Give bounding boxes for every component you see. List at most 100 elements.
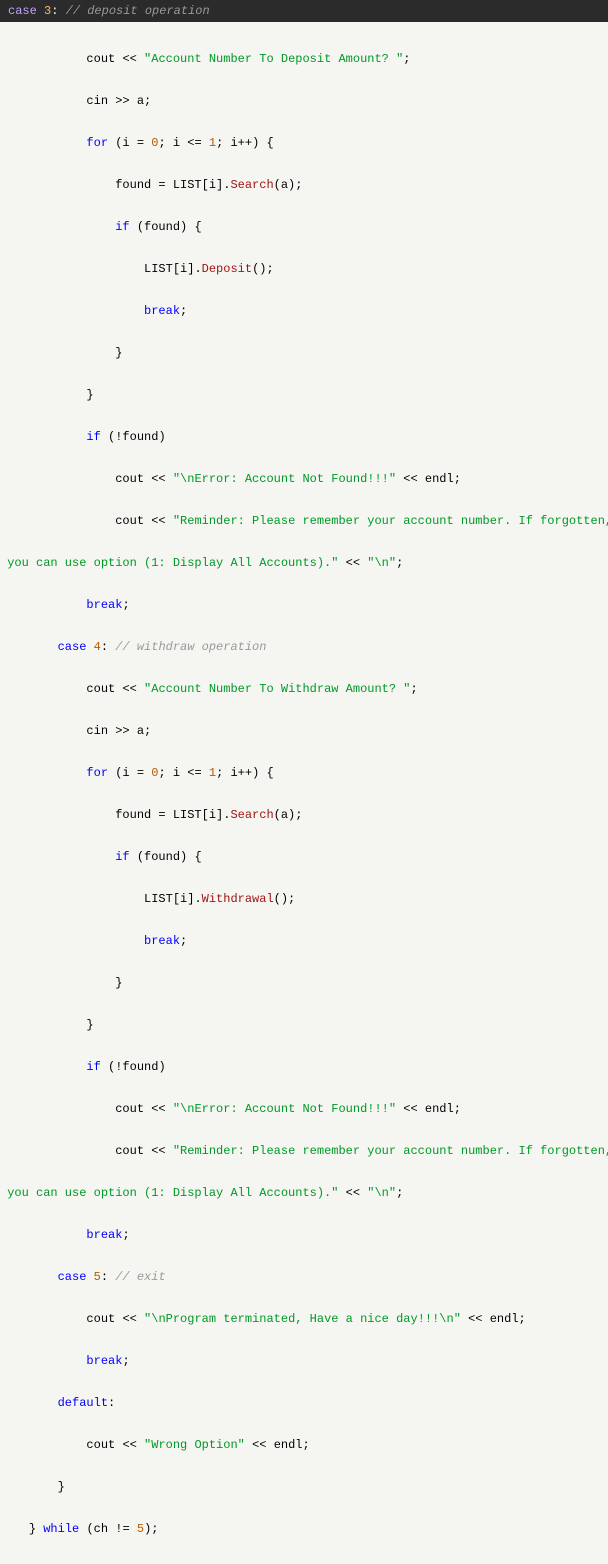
string: "\n"	[367, 1186, 396, 1200]
text: );	[144, 1522, 158, 1536]
semi: ;	[403, 52, 410, 66]
for: for	[86, 766, 108, 780]
code-line: } while (ch != 5);	[0, 1519, 608, 1540]
code-line: if (found) {	[0, 217, 608, 238]
case: case	[58, 1270, 87, 1284]
code-line: for (i = 0; i <= 1; i++) {	[0, 763, 608, 784]
op: <<	[346, 1186, 360, 1200]
endl: endl;	[490, 1312, 526, 1326]
text: ; i <=	[158, 766, 201, 780]
func: Search	[230, 808, 273, 822]
num: 1	[209, 766, 216, 780]
brace: }	[86, 388, 93, 402]
op: <<	[122, 52, 136, 66]
semi: ;	[411, 682, 418, 696]
num: 5	[137, 1522, 144, 1536]
code-line: if (found) {	[0, 847, 608, 868]
comment: // exit	[115, 1270, 165, 1284]
op: <<	[151, 1144, 165, 1158]
op: >>	[115, 724, 129, 738]
break: break	[86, 1228, 122, 1242]
endl: endl;	[425, 1102, 461, 1116]
code-line: case 5: // exit	[0, 1267, 608, 1288]
code-line: cout << "\nProgram terminated, Have a ni…	[0, 1309, 608, 1330]
cout: cout	[115, 1102, 144, 1116]
semi: ;	[122, 1228, 129, 1242]
string: "\nProgram terminated, Have a nice day!!…	[144, 1312, 461, 1326]
colon: :	[101, 640, 108, 654]
case: case	[58, 640, 87, 654]
op: <<	[151, 514, 165, 528]
brace: }	[58, 1480, 65, 1494]
code-line: break;	[0, 595, 608, 616]
text: LIST[i].	[144, 262, 202, 276]
text: (!found)	[108, 1060, 166, 1074]
string: "Reminder: Please remember your account …	[173, 1144, 608, 1158]
op: <<	[122, 1312, 136, 1326]
break: break	[86, 1354, 122, 1368]
string: "\n"	[367, 556, 396, 570]
func: Search	[230, 178, 273, 192]
semi: ;	[396, 1186, 403, 1200]
code-line: }	[0, 1015, 608, 1036]
string: "Reminder: Please remember your account …	[173, 514, 608, 528]
comment: // withdraw operation	[115, 640, 266, 654]
num: 4	[94, 640, 101, 654]
semi: ;	[144, 724, 151, 738]
default: default	[58, 1396, 108, 1410]
brace: }	[115, 976, 122, 990]
op: <<	[252, 1438, 266, 1452]
op: <<	[403, 472, 417, 486]
for: for	[86, 136, 108, 150]
code-line: return 0;	[0, 1561, 608, 1564]
text: ();	[274, 892, 296, 906]
code-line: cout << "\nError: Account Not Found!!!" …	[0, 1099, 608, 1120]
code-line: LIST[i].Withdrawal();	[0, 889, 608, 910]
code-line: break;	[0, 931, 608, 952]
cout: cout	[86, 682, 115, 696]
cout: cout	[86, 1438, 115, 1452]
code-block: cout << "Account Number To Deposit Amoun…	[0, 22, 608, 1564]
code-line: found = LIST[i].Search(a);	[0, 805, 608, 826]
cin: cin	[86, 724, 108, 738]
text: found = LIST[i].	[115, 808, 230, 822]
text: ; i++) {	[216, 136, 274, 150]
code-line: for (i = 0; i <= 1; i++) {	[0, 133, 608, 154]
semi: ;	[180, 304, 187, 318]
while: while	[43, 1522, 79, 1536]
code-line: cout << "Reminder: Please remember your …	[0, 1141, 608, 1162]
code-line: case 4: // withdraw operation	[0, 637, 608, 658]
cout: cout	[86, 1312, 115, 1326]
op: <<	[151, 1102, 165, 1116]
if: if	[86, 430, 100, 444]
string: "\nError: Account Not Found!!!"	[173, 472, 396, 486]
code-line: cout << "Wrong Option" << endl;	[0, 1435, 608, 1456]
text: (i =	[115, 136, 144, 150]
semi: ;	[122, 598, 129, 612]
text: (a);	[274, 178, 303, 192]
text: (ch !=	[86, 1522, 129, 1536]
text: (!found)	[108, 430, 166, 444]
cout: cout	[115, 1144, 144, 1158]
break: break	[144, 304, 180, 318]
string: "Account Number To Deposit Amount? "	[144, 52, 403, 66]
code-line: if (!found)	[0, 427, 608, 448]
text: found = LIST[i].	[115, 178, 230, 192]
cin: cin	[86, 94, 108, 108]
text: ; i <=	[158, 136, 201, 150]
op: <<	[468, 1312, 482, 1326]
semi: ;	[180, 934, 187, 948]
text: (found) {	[137, 220, 202, 234]
var: a	[137, 94, 144, 108]
code-header: case 3: // deposit operation	[0, 0, 608, 22]
string: "Wrong Option"	[144, 1438, 245, 1452]
code-line: found = LIST[i].Search(a);	[0, 175, 608, 196]
colon: :	[108, 1396, 115, 1410]
semi: ;	[396, 556, 403, 570]
code-line: you can use option (1: Display All Accou…	[0, 553, 608, 574]
colon: :	[51, 4, 58, 18]
brace: }	[86, 1018, 93, 1032]
code-line: cin >> a;	[0, 91, 608, 112]
if: if	[115, 220, 129, 234]
if: if	[115, 850, 129, 864]
